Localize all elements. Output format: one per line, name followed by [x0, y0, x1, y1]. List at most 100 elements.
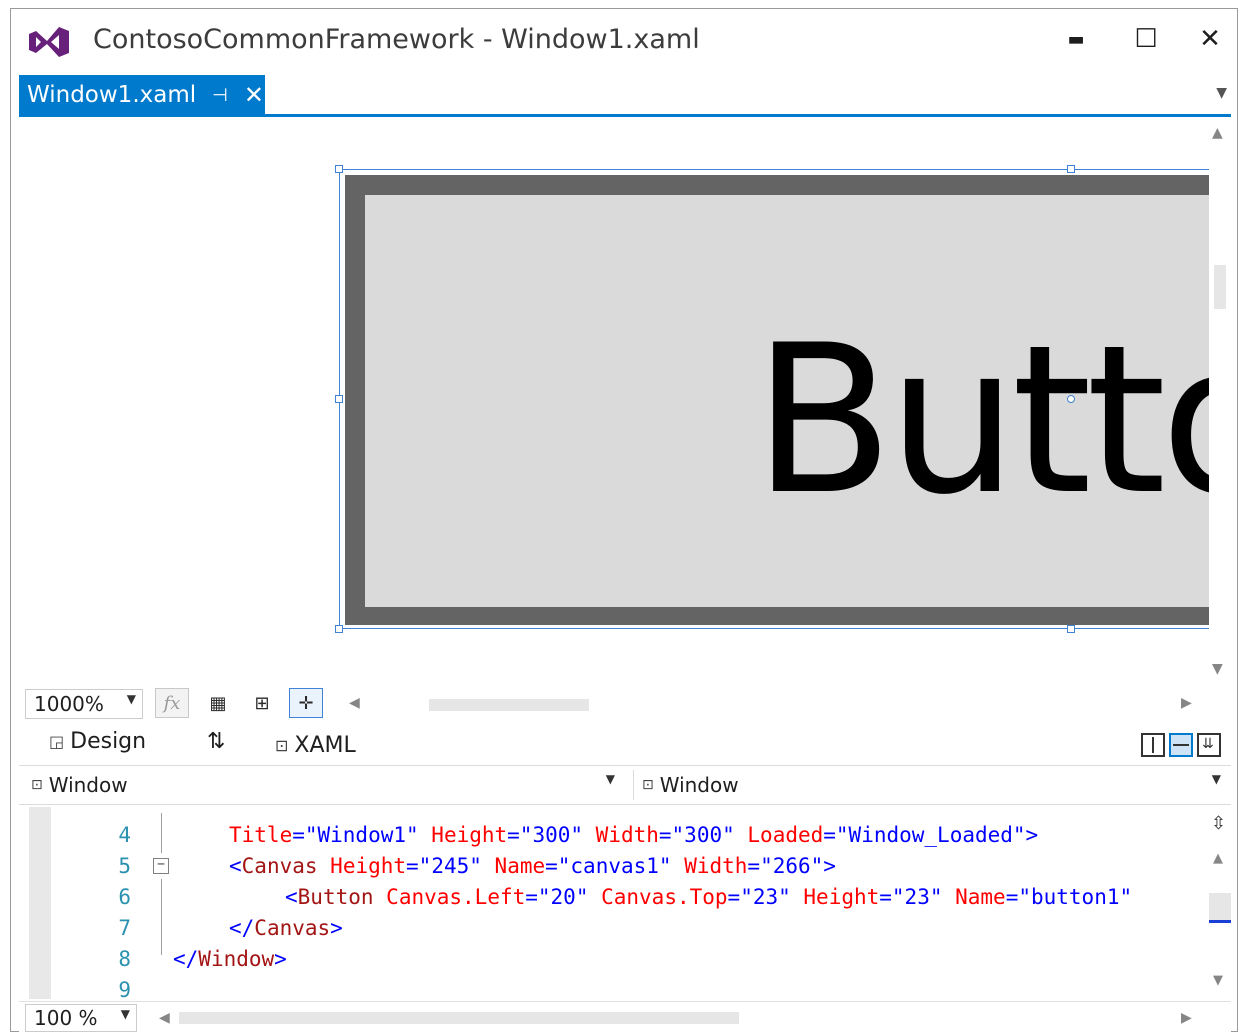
- tab-xaml-label: XAML: [294, 733, 356, 758]
- collapse-icon[interactable]: −: [153, 858, 169, 874]
- horizontal-scroll-thumb[interactable]: [179, 1012, 739, 1024]
- collapse-pane-button[interactable]: ⇊: [1197, 733, 1221, 757]
- resize-handle[interactable]: [1067, 395, 1075, 403]
- code-token: <: [285, 885, 298, 909]
- view-tabs: ◲ Design ⇅ ⊡ XAML ⇊: [19, 723, 1231, 763]
- resize-handle[interactable]: [335, 625, 343, 633]
- designer-vertical-scrollbar[interactable]: ▲ ▼: [1209, 119, 1231, 685]
- element-combo-right[interactable]: ⊡ Window ▼: [633, 770, 1227, 800]
- code-token: Height: [431, 823, 508, 847]
- code-token: >: [274, 947, 287, 971]
- xaml-icon: ⊡: [275, 736, 289, 755]
- gridlines-snap-button[interactable]: ⊞: [245, 688, 279, 718]
- tab-design-label: Design: [70, 729, 147, 754]
- horizontal-split-button[interactable]: [1169, 733, 1193, 757]
- editor-zoom-value: 100 %: [34, 1006, 98, 1030]
- scroll-thumb[interactable]: [1209, 893, 1231, 923]
- xaml-editor[interactable]: 4 Title="Window1" Height="300" Width="300…: [19, 807, 1209, 999]
- scroll-up-icon[interactable]: ▲: [1213, 851, 1223, 866]
- zoom-value: 1000%: [34, 692, 104, 716]
- line-number: 9: [118, 978, 131, 999]
- code-token: Width: [595, 823, 659, 847]
- code-token: </: [229, 916, 255, 940]
- code-line[interactable]: 4 Title="Window1" Height="300" Width="300…: [19, 819, 1209, 851]
- effects-toggle-button[interactable]: fx: [155, 688, 189, 718]
- code-text: <Canvas Height="245" Name="canvas1" Widt…: [229, 850, 836, 882]
- code-text: <Button Canvas.Left="20" Canvas.Top="23"…: [285, 881, 1132, 913]
- tab-window1-xaml[interactable]: Window1.xaml ⊣ ✕: [19, 75, 265, 115]
- design-icon: ◲: [49, 732, 65, 751]
- code-token: Width: [684, 854, 748, 878]
- document-tab-strip: Window1.xaml ⊣ ✕ ▼: [19, 75, 1231, 117]
- code-line[interactable]: 6 <Button Canvas.Left="20" Canvas.Top="23…: [19, 881, 1209, 913]
- code-token: ="20": [525, 885, 602, 909]
- minimize-button[interactable]: ▬: [1053, 19, 1099, 59]
- tab-close-icon[interactable]: ✕: [244, 81, 264, 109]
- code-text: Title="Window1" Height="300" Width="300"…: [229, 819, 1038, 851]
- vertical-split-button[interactable]: [1141, 733, 1165, 757]
- code-token: >: [330, 916, 343, 940]
- code-line[interactable]: 5 − <Canvas Height="245" Name="canvas1" Wi…: [19, 850, 1209, 882]
- split-editor-icon[interactable]: ⇳: [1211, 813, 1226, 834]
- code-token: Canvas: [241, 854, 318, 878]
- scroll-left-icon[interactable]: ◀: [349, 695, 360, 711]
- minimize-icon: ▬: [1067, 28, 1085, 50]
- design-surface[interactable]: Butto: [19, 119, 1209, 685]
- editor-vertical-scrollbar[interactable]: ⇳ ▲ ▼: [1209, 807, 1231, 999]
- scroll-right-icon[interactable]: ▶: [1181, 1010, 1192, 1026]
- resize-handle[interactable]: [335, 165, 343, 173]
- code-token: ="23": [727, 885, 804, 909]
- snapline-icon: ✛: [298, 692, 314, 714]
- close-window-button[interactable]: ✕: [1187, 19, 1233, 59]
- code-token: Name: [494, 854, 546, 878]
- tab-list-dropdown-icon[interactable]: ▼: [1216, 85, 1227, 101]
- code-line[interactable]: 7 </Canvas>: [19, 912, 1209, 944]
- line-number: 7: [118, 916, 131, 940]
- code-line[interactable]: 8 </Window>: [19, 943, 1209, 975]
- zoom-combo[interactable]: 1000% ▼: [25, 689, 143, 719]
- code-token: Canvas.Left: [386, 885, 526, 909]
- tab-design[interactable]: ◲ Design: [49, 729, 146, 754]
- scroll-right-icon[interactable]: ▶: [1181, 695, 1192, 711]
- window-title: ContosoCommonFramework - Window1.xaml: [93, 24, 700, 55]
- scroll-left-icon[interactable]: ◀: [159, 1010, 170, 1026]
- horizontal-scroll-thumb[interactable]: [429, 699, 589, 711]
- visual-studio-logo-icon: [29, 27, 69, 57]
- code-token: Canvas.Top: [601, 885, 728, 909]
- code-token: ="245": [406, 854, 495, 878]
- code-token: Canvas: [254, 916, 331, 940]
- resize-handle[interactable]: [1067, 165, 1075, 173]
- element-combo-left[interactable]: ⊡ Window ▼: [23, 770, 621, 800]
- scroll-up-icon[interactable]: ▲: [1212, 125, 1223, 141]
- editor-zoom-combo[interactable]: 100 % ▼: [25, 1004, 137, 1032]
- element-navigation-bar: ⊡ Window ▼ ⊡ Window ▼: [19, 765, 1231, 805]
- grid-toggle-button[interactable]: ▦: [201, 688, 235, 718]
- chevron-down-icon: ▼: [126, 692, 136, 706]
- selection-adorner: [339, 169, 1209, 629]
- code-line[interactable]: 9: [19, 974, 1209, 999]
- maximize-icon: ☐: [1134, 24, 1158, 54]
- scroll-down-icon[interactable]: ▼: [1212, 661, 1223, 677]
- snap-to-snaplines-button[interactable]: ✛: [289, 688, 323, 718]
- tab-label: Window1.xaml: [27, 82, 197, 108]
- tab-xaml[interactable]: ⊡ XAML: [275, 733, 356, 758]
- ide-window: ContosoCommonFramework - Window1.xaml ▬ …: [10, 8, 1238, 1035]
- pin-icon[interactable]: ⊣: [212, 85, 228, 106]
- resize-handle[interactable]: [1067, 625, 1075, 633]
- maximize-button[interactable]: ☐: [1123, 19, 1169, 59]
- code-token: ="300": [658, 823, 748, 847]
- code-text: </Window>: [173, 943, 287, 975]
- code-token: </: [173, 947, 199, 971]
- swap-panes-button[interactable]: ⇅: [207, 729, 225, 754]
- scroll-down-icon[interactable]: ▼: [1213, 973, 1223, 988]
- code-token: ="23": [879, 885, 956, 909]
- code-token: Title: [229, 823, 293, 847]
- scroll-thumb[interactable]: [1214, 265, 1226, 309]
- code-token: Name: [955, 885, 1006, 909]
- line-number: 8: [118, 947, 131, 971]
- grid-icon: ▦: [209, 692, 227, 714]
- resize-handle[interactable]: [335, 395, 343, 403]
- line-number: 5: [118, 854, 131, 878]
